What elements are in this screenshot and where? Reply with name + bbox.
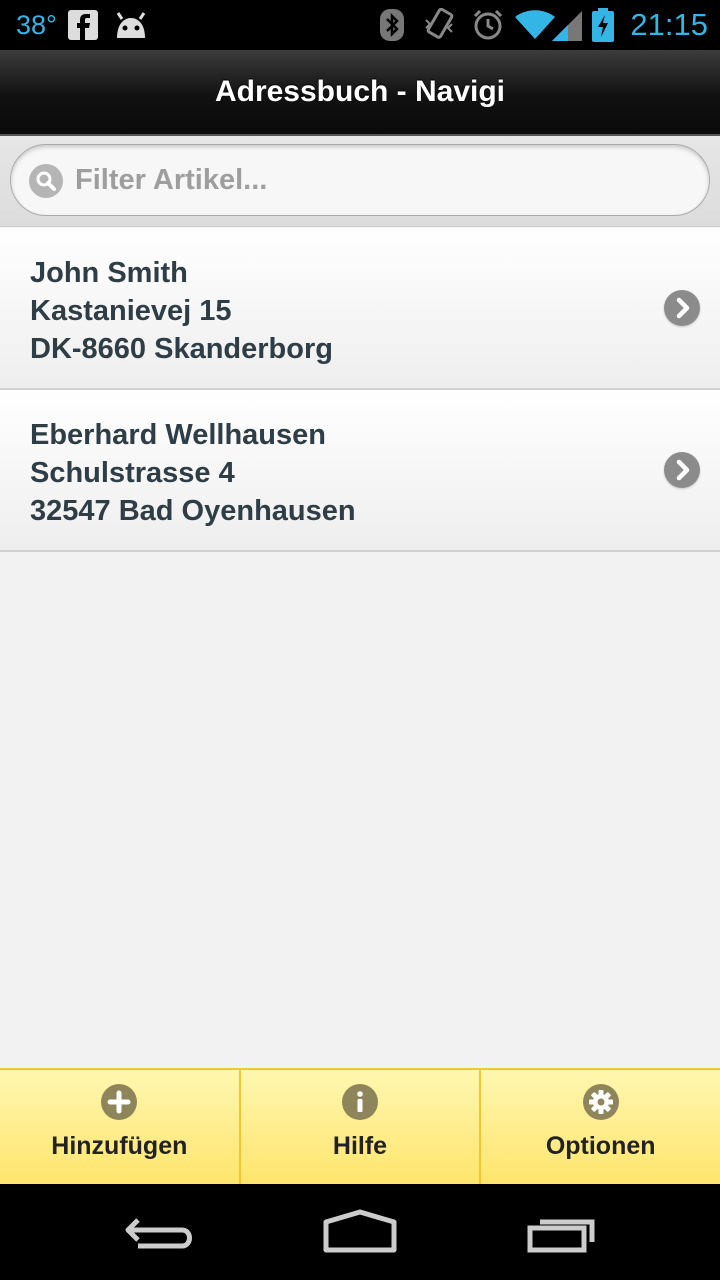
system-nav-bar — [0, 1184, 720, 1280]
footer-toolbar: Hinzufügen Hilfe Optionen — [0, 1068, 720, 1186]
clock-text: 21:15 — [630, 7, 708, 42]
filter-input[interactable] — [75, 145, 695, 215]
back-icon[interactable] — [110, 1202, 210, 1262]
contact-name: Eberhard Wellhausen — [30, 419, 326, 451]
android-icon — [112, 0, 150, 50]
contact-city: 32547 Bad Oyenhausen — [30, 495, 356, 527]
contact-name: John Smith — [30, 257, 188, 289]
signal-icon — [552, 0, 582, 50]
chevron-right-icon — [664, 452, 700, 488]
filter-bar — [0, 136, 720, 227]
add-button-label: Hinzufügen — [51, 1132, 188, 1160]
recent-apps-icon[interactable] — [512, 1202, 612, 1262]
search-icon — [29, 164, 63, 198]
page-title: Adressbuch - Navigi — [214, 75, 506, 108]
alarm-icon — [472, 0, 504, 50]
temperature-text: 38° — [16, 9, 57, 40]
contact-city: DK-8660 Skanderborg — [30, 333, 333, 365]
bluetooth-icon — [380, 0, 404, 50]
chevron-right-icon — [664, 290, 700, 326]
contact-address: John Smith Kastanievej 15 DK-8660 Skande… — [30, 254, 333, 368]
options-button[interactable]: Optionen — [481, 1070, 720, 1186]
add-button[interactable]: Hinzufügen — [0, 1070, 241, 1186]
status-bar: 38° 21:15 — [0, 0, 720, 50]
contact-list: John Smith Kastanievej 15 DK-8660 Skande… — [0, 228, 720, 552]
help-button[interactable]: Hilfe — [241, 1070, 482, 1186]
contact-address: Eberhard Wellhausen Schulstrasse 4 32547… — [30, 416, 356, 530]
home-icon[interactable] — [310, 1202, 410, 1262]
vibrate-icon — [422, 0, 458, 50]
plus-icon — [101, 1084, 138, 1120]
wifi-icon — [514, 0, 556, 50]
help-button-label: Hilfe — [332, 1132, 388, 1160]
options-button-label: Optionen — [545, 1132, 656, 1160]
battery-charging-icon — [592, 0, 614, 50]
facebook-icon — [68, 0, 98, 50]
contact-street: Schulstrasse 4 — [30, 457, 235, 489]
app-header: Adressbuch - Navigi — [0, 50, 720, 136]
contact-list-item[interactable]: John Smith Kastanievej 15 DK-8660 Skande… — [0, 228, 720, 390]
search-field-container[interactable] — [10, 144, 710, 216]
contact-list-item[interactable]: Eberhard Wellhausen Schulstrasse 4 32547… — [0, 390, 720, 552]
info-icon — [342, 1084, 378, 1120]
gear-icon — [582, 1084, 619, 1120]
contact-street: Kastanievej 15 — [30, 295, 232, 327]
